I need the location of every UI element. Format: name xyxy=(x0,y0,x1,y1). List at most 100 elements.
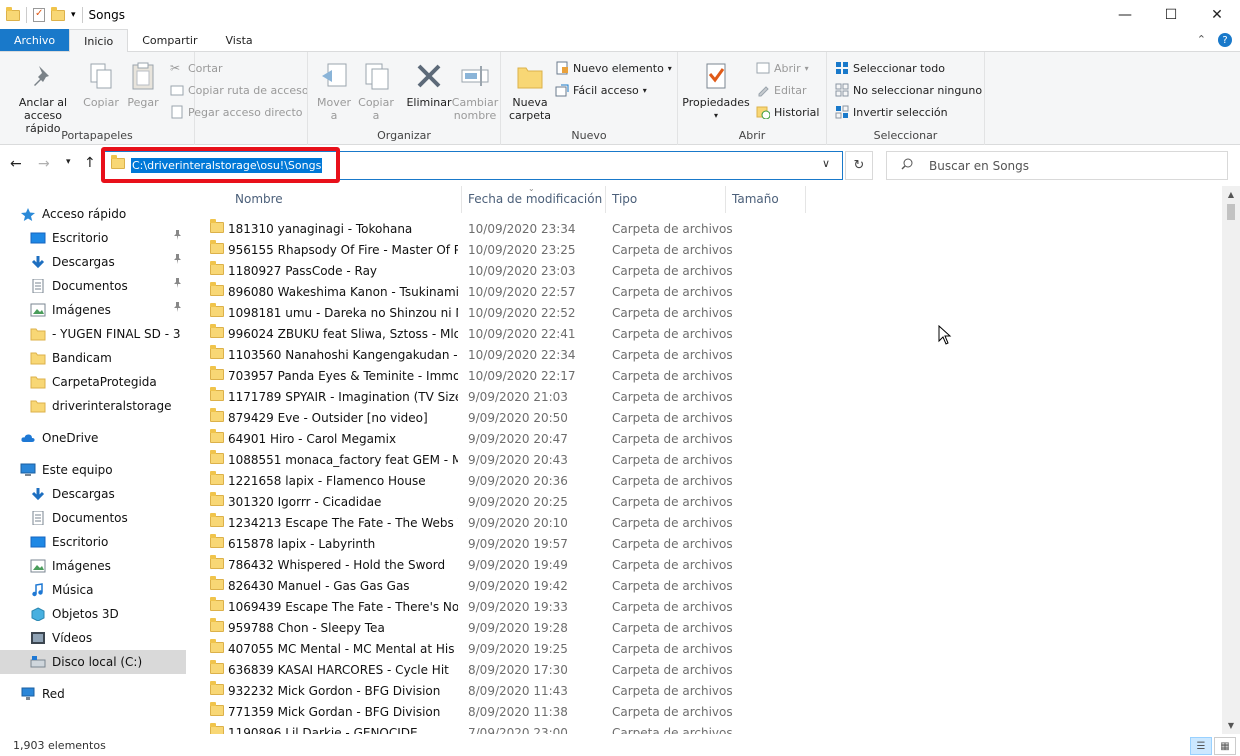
column-header-size[interactable]: Tamaño xyxy=(732,192,779,206)
move-to-button[interactable]: Mover a xyxy=(316,60,352,122)
select-all-button[interactable]: Seleccionar todo xyxy=(835,61,945,75)
chevron-down-icon[interactable]: ∨ xyxy=(822,157,830,170)
properties-icon[interactable] xyxy=(33,8,45,22)
paste-button[interactable]: Pegar xyxy=(126,60,160,109)
close-button[interactable]: ✕ xyxy=(1194,0,1240,30)
cut-button[interactable]: ✂ Cortar xyxy=(170,61,223,75)
table-row[interactable]: 301320 Igorrr - Cicadidae 9/09/2020 20:25… xyxy=(196,491,1222,512)
sidebar-item[interactable]: driverinteralstorage xyxy=(0,394,186,418)
sidebar-item[interactable]: Descargas xyxy=(0,482,186,506)
large-icons-view-icon[interactable]: ▦ xyxy=(1214,737,1236,755)
rename-button[interactable]: Cambiar nombre xyxy=(452,60,498,122)
paste-shortcut-button[interactable]: Pegar acceso directo xyxy=(170,105,303,119)
table-row[interactable]: 1098181 umu - Dareka no Shinzou ni Nar..… xyxy=(196,302,1222,323)
table-row[interactable]: 771359 Mick Gordan - BFG Division 8/09/20… xyxy=(196,701,1222,722)
sidebar-item[interactable]: Bandicam xyxy=(0,346,186,370)
table-row[interactable]: 996024 ZBUKU feat Sliwa, Sztoss - Mloda … xyxy=(196,323,1222,344)
sidebar-item[interactable]: - YUGEN FINAL SD - 3 xyxy=(0,322,186,346)
copy-to-button[interactable]: Copiar a xyxy=(358,60,394,122)
table-row[interactable]: 615878 lapix - Labyrinth 9/09/2020 19:57 C… xyxy=(196,533,1222,554)
refresh-button[interactable]: ↻ xyxy=(845,151,873,180)
copy-path-button[interactable]: Copiar ruta de acceso xyxy=(170,83,309,97)
customize-dropdown-icon[interactable]: ▾ xyxy=(71,10,76,20)
table-row[interactable]: 1190896 Lil Darkie - GENOCIDE 7/09/2020 2… xyxy=(196,722,1222,734)
table-row[interactable]: 826430 Manuel - Gas Gas Gas 9/09/2020 19:… xyxy=(196,575,1222,596)
column-divider[interactable] xyxy=(805,186,806,213)
easy-access-button[interactable]: Fácil acceso ▾ xyxy=(555,83,647,97)
maximize-button[interactable]: ☐ xyxy=(1148,0,1194,30)
table-row[interactable]: 64901 Hiro - Carol Megamix 9/09/2020 20:4… xyxy=(196,428,1222,449)
sidebar-item[interactable]: Música xyxy=(0,578,186,602)
invert-selection-button[interactable]: Invertir selección xyxy=(835,105,948,119)
column-divider[interactable] xyxy=(461,186,462,213)
search-box[interactable]: Buscar en Songs xyxy=(886,151,1228,180)
table-row[interactable]: 1088551 monaca_factory feat GEM - Mer...… xyxy=(196,449,1222,470)
new-folder-icon[interactable] xyxy=(51,6,65,21)
sidebar-item[interactable]: Imágenes xyxy=(0,554,186,578)
table-row[interactable]: 1234213 Escape The Fate - The Webs We ..… xyxy=(196,512,1222,533)
up-arrow-icon[interactable]: ↑ xyxy=(84,155,96,171)
tab-vista[interactable]: Vista xyxy=(212,29,267,51)
tab-compartir[interactable]: Compartir xyxy=(128,29,211,51)
table-row[interactable]: 636839 KASAI HARCORES - Cycle Hit 8/09/20… xyxy=(196,659,1222,680)
open-button[interactable]: Abrir ▾ xyxy=(756,61,809,75)
recent-locations-icon[interactable]: ▾ xyxy=(66,157,71,167)
collapse-ribbon-icon[interactable]: ⌃ xyxy=(1197,33,1206,47)
pin-quick-access-button[interactable]: Anclar al acceso rápido xyxy=(6,60,80,135)
sidebar-item[interactable]: Escritorio xyxy=(0,530,186,554)
scroll-down-icon[interactable]: ▼ xyxy=(1222,717,1240,734)
sidebar-item[interactable]: Disco local (C:) xyxy=(0,650,186,674)
scrollbar-thumb[interactable] xyxy=(1227,204,1235,220)
table-row[interactable]: 181310 yanaginagi - Tokohana 10/09/2020 2… xyxy=(196,218,1222,239)
column-divider[interactable] xyxy=(605,186,606,213)
sidebar-item[interactable]: Documentos xyxy=(0,274,186,298)
sidebar-item[interactable]: Acceso rápido xyxy=(0,202,186,226)
table-row[interactable]: 959788 Chon - Sleepy Tea 9/09/2020 19:28 C… xyxy=(196,617,1222,638)
sidebar-item[interactable]: Documentos xyxy=(0,506,186,530)
new-folder-button[interactable]: Nueva carpeta xyxy=(509,60,551,122)
back-arrow-icon[interactable]: ← xyxy=(10,156,22,172)
details-view-icon[interactable]: ☰ xyxy=(1190,737,1212,755)
table-row[interactable]: 786432 Whispered - Hold the Sword 9/09/20… xyxy=(196,554,1222,575)
sidebar-item[interactable]: Este equipo xyxy=(0,458,186,482)
new-item-button[interactable]: Nuevo elemento ▾ xyxy=(555,61,672,75)
search-input[interactable]: Buscar en Songs xyxy=(929,159,1029,173)
table-row[interactable]: 1069439 Escape The Fate - There's No Sy.… xyxy=(196,596,1222,617)
sidebar-item[interactable]: Descargas xyxy=(0,250,186,274)
sidebar-item[interactable]: Imágenes xyxy=(0,298,186,322)
table-row[interactable]: 956155 Rhapsody Of Fire - Master Of Peac… xyxy=(196,239,1222,260)
vertical-scrollbar[interactable]: ▲ ▼ xyxy=(1222,186,1240,734)
column-header-name[interactable]: Nombre xyxy=(235,192,283,206)
sidebar-item[interactable]: Vídeos xyxy=(0,626,186,650)
column-header-type[interactable]: Tipo xyxy=(612,192,637,206)
table-row[interactable]: 1171789 SPYAIR - Imagination (TV Size) 9/… xyxy=(196,386,1222,407)
forward-arrow-icon[interactable]: → xyxy=(38,156,50,172)
table-row[interactable]: 1103560 Nanahoshi Kangengakudan - M... 10… xyxy=(196,344,1222,365)
sidebar-item[interactable]: CarpetaProtegida xyxy=(0,370,186,394)
table-row[interactable]: 932232 Mick Gordon - BFG Division 8/09/20… xyxy=(196,680,1222,701)
table-row[interactable]: 407055 MC Mental - MC Mental at His Best… xyxy=(196,638,1222,659)
table-row[interactable]: 879429 Eve - Outsider [no video] 9/09/202… xyxy=(196,407,1222,428)
folder-icon[interactable] xyxy=(6,6,20,21)
sidebar-item[interactable]: Red xyxy=(0,682,186,706)
copy-button[interactable]: Copiar xyxy=(83,60,119,109)
delete-button[interactable]: Eliminar xyxy=(406,60,452,109)
select-none-button[interactable]: No seleccionar ninguno xyxy=(835,83,982,97)
sidebar-item[interactable]: OneDrive xyxy=(0,426,186,450)
column-divider[interactable] xyxy=(725,186,726,213)
table-row[interactable]: 703957 Panda Eyes & Teminite - Immorta..… xyxy=(196,365,1222,386)
table-row[interactable]: 896080 Wakeshima Kanon - Tsukinami 10/09/… xyxy=(196,281,1222,302)
table-row[interactable]: 1221658 lapix - Flamenco House 9/09/2020 … xyxy=(196,470,1222,491)
sidebar-item[interactable]: Objetos 3D xyxy=(0,602,186,626)
sidebar-item[interactable]: Escritorio xyxy=(0,226,186,250)
edit-button[interactable]: Editar xyxy=(756,83,807,97)
minimize-button[interactable]: — xyxy=(1102,0,1148,30)
help-icon[interactable]: ? xyxy=(1218,33,1232,47)
table-row[interactable]: 1180927 PassCode - Ray 10/09/2020 23:03 Ca… xyxy=(196,260,1222,281)
properties-button[interactable]: Propiedades ▾ xyxy=(682,60,750,122)
tab-inicio[interactable]: Inicio xyxy=(69,29,129,52)
tab-archivo[interactable]: Archivo xyxy=(0,29,70,51)
scroll-up-icon[interactable]: ▲ xyxy=(1222,186,1240,203)
column-header-date[interactable]: Fecha de modificación xyxy=(468,192,602,206)
history-button[interactable]: Historial xyxy=(756,105,819,120)
